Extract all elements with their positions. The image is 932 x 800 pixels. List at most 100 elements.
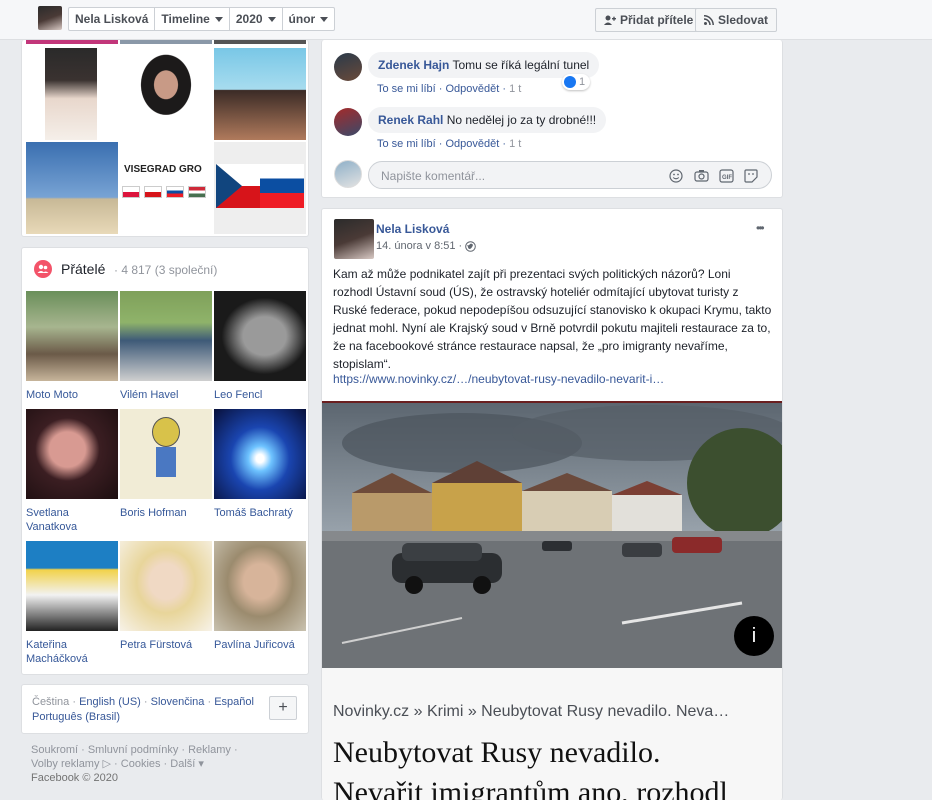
- photo-thumb[interactable]: [214, 40, 306, 44]
- friend-name[interactable]: Moto Moto: [26, 388, 118, 402]
- link-preview-content[interactable]: Novinky.cz » Krimi » Neubytovat Rusy nev…: [322, 668, 782, 800]
- comment-time[interactable]: 1 t: [509, 138, 521, 150]
- commenter-avatar[interactable]: [334, 108, 362, 136]
- friend-photo[interactable]: [26, 291, 118, 381]
- preview-headline: Neubytovat Rusy nevadilo.: [333, 736, 661, 769]
- friends-icon: [34, 260, 52, 278]
- globe-icon: [465, 240, 477, 252]
- comment-author[interactable]: Zdenek Hajn: [378, 58, 449, 72]
- camera-icon[interactable]: [694, 169, 709, 182]
- flag-hu: [188, 186, 206, 198]
- friends-card: Přátelé · 4 817 (3 společní) Moto Moto V…: [21, 247, 309, 675]
- flag-cz: [144, 186, 162, 198]
- link-preview-image[interactable]: i: [322, 401, 782, 668]
- flag-sk: [166, 186, 184, 198]
- flag-pl: [122, 186, 140, 198]
- comment-bubble: Renek Rahl No nedělej jo za ty drobné!!!: [368, 107, 607, 133]
- photo-thumb[interactable]: [120, 40, 212, 44]
- more-options-icon[interactable]: •••: [756, 221, 764, 235]
- add-friend-button[interactable]: Přidat přítele: [595, 8, 703, 32]
- friend-name[interactable]: Leo Fencl: [214, 388, 306, 402]
- photo-thumb[interactable]: [120, 48, 212, 140]
- post-link[interactable]: https://www.novinky.cz/…/neubytovat-rusy…: [333, 372, 773, 386]
- info-button[interactable]: i: [734, 616, 774, 656]
- friend-photo[interactable]: [214, 409, 306, 499]
- comment-time[interactable]: 1 t: [509, 83, 521, 95]
- photo-thumb[interactable]: [26, 142, 118, 234]
- year-dropdown[interactable]: 2020: [230, 8, 283, 30]
- friend-photo[interactable]: [120, 291, 212, 381]
- chevron-down-icon: [267, 16, 276, 22]
- comment-input[interactable]: Napište komentář... GIF: [368, 161, 772, 189]
- footer-copyright: Facebook © 2020: [31, 772, 118, 784]
- friend-name[interactable]: Svetlana Vanatkova: [26, 506, 118, 534]
- add-language-button[interactable]: +: [269, 696, 297, 720]
- reaction-count[interactable]: 1: [562, 74, 591, 90]
- add-friend-icon: [604, 15, 616, 25]
- like-reaction-icon: [564, 76, 576, 88]
- language-link[interactable]: English (US): [79, 696, 141, 708]
- language-current: Čeština: [32, 696, 70, 708]
- sticker-icon[interactable]: [744, 169, 758, 183]
- friend-name[interactable]: Vilém Havel: [120, 388, 212, 402]
- svg-text:GIF: GIF: [722, 175, 732, 181]
- friend-name[interactable]: Pavlína Juřicová: [214, 638, 306, 652]
- comment-text: No nedělej jo za ty drobné!!!: [446, 113, 597, 127]
- photos-card: VISEGRAD GRO: [21, 40, 309, 237]
- post-meta: 14. února v 8:51 ·: [376, 240, 477, 252]
- flags-photo[interactable]: [214, 142, 306, 234]
- section-dropdown[interactable]: Timeline: [155, 8, 230, 30]
- emoji-icon[interactable]: [669, 169, 683, 183]
- post-card: Nela Lisková 14. února v 8:51 · ••• Kam …: [321, 208, 783, 800]
- profile-avatar[interactable]: [38, 6, 62, 30]
- visegrad-caption: VISEGRAD GRO: [124, 164, 202, 175]
- flag-sk-large: [260, 164, 304, 208]
- like-link[interactable]: To se mi líbí: [377, 138, 436, 150]
- rss-icon: [704, 15, 714, 25]
- post-text: Kam až může podnikatel zajít při prezent…: [333, 267, 772, 371]
- commenter-avatar[interactable]: [334, 53, 362, 81]
- photo-thumb[interactable]: [214, 48, 306, 140]
- post-author-avatar[interactable]: [334, 219, 374, 259]
- gif-icon[interactable]: GIF: [719, 169, 734, 183]
- friends-count: · 4 817 (3 společní): [114, 263, 218, 277]
- chevron-down-icon: [320, 16, 329, 22]
- friend-photo[interactable]: [26, 409, 118, 499]
- footer-links[interactable]: Soukromí · Smluvní podmínky · Reklamy ·: [31, 743, 238, 757]
- comments-card: Zdenek Hajn Tomu se říká legální tunel 1…: [321, 40, 783, 198]
- friend-name[interactable]: Petra Fürstová: [120, 638, 212, 652]
- reply-link[interactable]: Odpovědět: [445, 83, 499, 95]
- language-link[interactable]: Português (Brasil): [32, 711, 120, 723]
- language-link[interactable]: Slovenčina: [151, 696, 205, 708]
- visegrad-photo[interactable]: VISEGRAD GRO: [120, 142, 212, 234]
- friend-photo[interactable]: [214, 541, 306, 631]
- friend-name[interactable]: Boris Hofman: [120, 506, 212, 520]
- profile-name-link[interactable]: Nela Lisková: [69, 8, 156, 30]
- follow-button[interactable]: Sledovat: [695, 8, 778, 32]
- preview-breadcrumb: Novinky.cz » Krimi » Neubytovat Rusy nev…: [333, 703, 730, 720]
- separator: ·: [69, 696, 80, 708]
- flag-cz-triangle: [216, 164, 242, 208]
- reply-link[interactable]: Odpovědět: [445, 138, 499, 150]
- preview-headline: Nevařit imigrantům ano, rozhodl: [333, 776, 728, 800]
- friend-name[interactable]: Kateřina Macháčková: [26, 638, 118, 666]
- comment-author[interactable]: Renek Rahl: [378, 113, 443, 127]
- friends-title[interactable]: Přátelé: [61, 261, 105, 277]
- friend-photo[interactable]: [214, 291, 306, 381]
- post-timestamp[interactable]: 14. února v 8:51 ·: [376, 240, 462, 252]
- photo-thumb[interactable]: [26, 40, 118, 44]
- friend-photo[interactable]: [120, 541, 212, 631]
- post-author[interactable]: Nela Lisková: [376, 222, 449, 236]
- viewer-avatar[interactable]: [334, 160, 362, 188]
- friend-photo[interactable]: [120, 409, 212, 499]
- photo-thumb[interactable]: [45, 48, 97, 140]
- languages-card: Čeština · English (US) · Slovenčina · Es…: [21, 684, 309, 734]
- timeline-nav-group: Nela Lisková Timeline 2020 únor: [68, 7, 336, 31]
- like-link[interactable]: To se mi líbí: [377, 83, 436, 95]
- friend-photo[interactable]: [26, 541, 118, 631]
- month-dropdown[interactable]: únor: [283, 8, 335, 30]
- language-link[interactable]: Español: [214, 696, 254, 708]
- friend-name[interactable]: Tomáš Bachratý: [214, 506, 306, 520]
- footer-links[interactable]: Volby reklamy ▷ · Cookies · Další ▾: [31, 757, 204, 771]
- comment-actions: To se mi líbí · Odpovědět · 1 t: [377, 138, 522, 150]
